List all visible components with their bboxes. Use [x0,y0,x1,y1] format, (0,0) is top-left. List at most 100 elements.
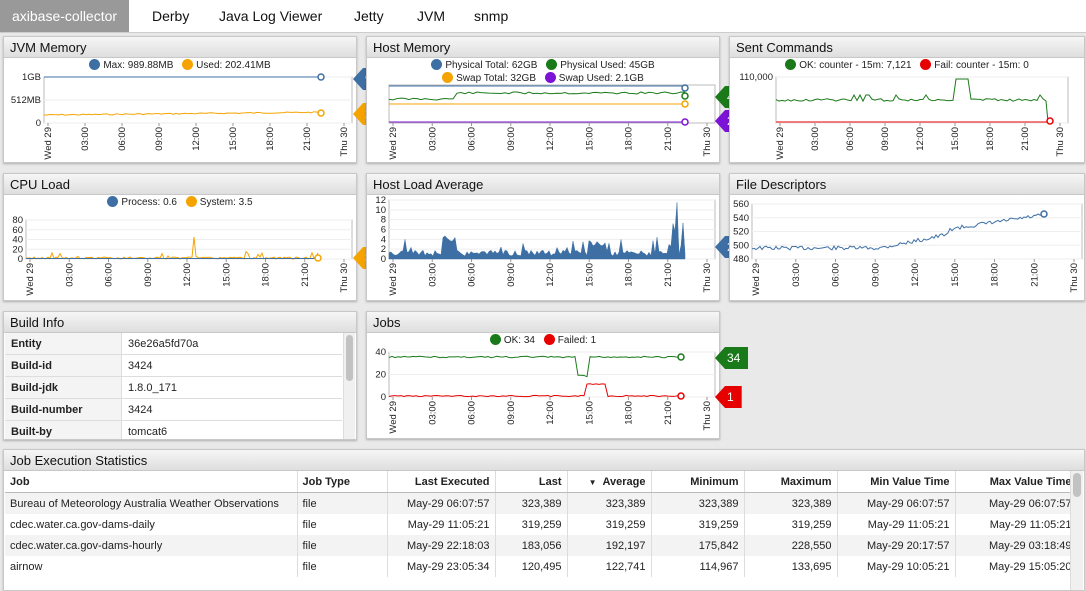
x-tick-label: 18:00 [624,401,635,425]
x-tick-label: 12:00 [545,263,556,287]
y-tick-label: 520 [733,227,749,238]
x-tick-label: 21:00 [300,263,311,287]
series-line-used [43,111,321,116]
column-header-min-value-time[interactable]: Min Value Time [837,471,956,493]
y-tick-label: 0 [18,254,23,265]
y-tick-label: 0 [381,392,386,403]
cell-min-value-time: May-29 06:07:57 [837,492,956,514]
x-tick-label: 12:00 [545,401,556,425]
jobs-widget: Jobs OK: 34 Failed: 1 40 20 0 Wed 29 03:00 06… [366,311,749,439]
series-end-marker [317,109,325,117]
column-header-maximum[interactable]: Maximum [744,471,838,493]
widget-title: Job Execution Statistics [10,453,148,468]
x-tick-label: 03:00 [80,127,91,151]
cell-minimum: 319,259 [651,514,745,535]
cell-job: Bureau of Meteorology Australia Weather … [5,492,298,514]
series-end-marker [1046,117,1054,125]
y-tick-label: 1GB [22,72,41,83]
cell-minimum: 323,389 [651,492,745,514]
host-load-average-widget: Host Load Average 12 10 8 6 4 2 0 Wed 29 03:00 06… [366,173,752,301]
cpu-load-chart: 806040200Wed 29 03:00 06:00 09:00 12:00 15:00… [12,215,353,296]
column-header-job[interactable]: Job [5,471,298,493]
x-tick-label: 21:00 [663,401,674,425]
cell-maximum: 323,389 [744,492,838,514]
x-tick-label: 21:00 [302,127,313,151]
file-descriptors-widget: File Descriptors 560 540 520 500 480 Wed 29 03… [729,173,1085,301]
table-row: Built-by tomcat6 [5,420,342,439]
series-end-marker [677,392,685,400]
column-header-max-value-time[interactable]: Max Value Time [955,471,1078,493]
x-tick-label: 03:00 [810,127,821,151]
x-tick-label: Thu 30 [1055,127,1066,157]
host-memory-widget: Host Memory Physical Total: 62GB Physica… [366,36,770,163]
tab-java-log-viewer[interactable]: Java Log Viewer [219,0,322,32]
build-key: Build-jdk [5,376,122,399]
scrollbar-thumb[interactable] [1073,473,1081,497]
jobs-chart: 40 20 0Wed 29 03:00 06:00 09:00 12:00 15:00 18:0… [375,347,716,434]
x-tick-label: Thu 30 [702,127,713,157]
x-tick-label: 12:00 [182,263,193,287]
cell-max-value-time: May-29 11:05:21 [955,514,1078,535]
tab-derby[interactable]: Derby [152,0,189,32]
series-line-failed [388,383,681,398]
tab-snmp[interactable]: snmp [474,0,508,32]
table-header-row: Job Job Type Last Executed Last ▼ Average… [5,471,1078,493]
sent-commands-chart: 110,000 Wed 29 03:00 06:00 09:00 12:00 15:00 18… [739,72,1069,160]
column-header-last[interactable]: Last [495,471,568,493]
cell-maximum: 133,695 [744,556,838,577]
table-row: Build-number 3424 [5,398,342,421]
series-end-marker [314,254,322,262]
job-stats-scrollbar[interactable] [1070,471,1083,590]
cell-job-type: file [297,556,388,577]
x-tick-label: Wed 29 [775,127,786,160]
build-key: Entity [5,333,122,355]
x-tick-label: 12:00 [915,127,926,151]
tab-jetty[interactable]: Jetty [354,0,384,32]
table-row[interactable]: cdec.water.ca.gov-dams-daily file May-29 1… [5,514,1078,535]
x-tick-label: 09:00 [880,127,891,151]
table-row: Entity 36e26a5fd70a [5,333,342,355]
build-key: Build-id [5,354,122,377]
x-tick-label: 15:00 [950,127,961,151]
failed-value-badge: 1 [715,386,742,408]
column-header-minimum[interactable]: Minimum [651,471,745,493]
build-key: Built-by [5,420,122,439]
table-row[interactable]: cdec.water.ca.gov-dams-hourly file May-29 … [5,535,1078,556]
build-value: 3424 [121,354,342,377]
table-row[interactable]: airnow file May-29 23:05:34 120,495 122,741 1… [5,556,1078,577]
tab-axibase-collector[interactable]: axibase-collector [0,0,130,32]
widget-title: Build Info [10,315,65,330]
column-header-label: Average [602,475,646,488]
cell-job-type: file [297,492,388,514]
column-header-job-type[interactable]: Job Type [297,471,388,493]
series-end-marker [677,353,685,361]
table-row: Build-id 3424 [5,354,342,377]
cell-job-type: file [297,514,388,535]
widget-header: Job Execution Statistics [4,450,1084,471]
x-tick-label: 03:00 [64,263,75,287]
y-tick-label: 560 [733,199,749,210]
x-tick-label: Wed 29 [388,263,399,296]
column-header-last-executed[interactable]: Last Executed [387,471,496,493]
x-tick-label: 09:00 [143,263,154,287]
tab-jvm[interactable]: JVM [417,0,445,32]
scrollbar-thumb[interactable] [346,335,353,381]
series-area-load [388,202,686,260]
x-tick-label: 18:00 [624,127,635,151]
series-end-marker [1040,210,1048,218]
sent-commands-widget: Sent Commands OK: counter - 15m: 7,121 F… [729,36,1085,163]
x-tick-label: 03:00 [791,263,802,287]
x-tick-label: Wed 29 [43,127,54,160]
table-row[interactable]: Bureau of Meteorology Australia Weather … [5,492,1078,514]
build-info-scrollbar[interactable] [343,333,355,439]
x-tick-label: 15:00 [221,263,232,287]
widget-header: Build Info [4,312,356,333]
job-stats-table: Job Job Type Last Executed Last ▼ Average… [5,471,1078,577]
column-header-average[interactable]: ▼ Average [567,471,652,493]
x-tick-label: 18:00 [990,263,1001,287]
series-line-ok [775,78,1049,123]
host-load-chart: 121086420Wed 29 03:00 06:00 09:00 12:00 15:00… [375,195,716,296]
job-execution-statistics-widget: Job Execution Statistics Job Job Type La… [3,449,1085,591]
x-tick-label: 12:00 [191,127,202,151]
x-tick-label: 06:00 [845,127,856,151]
